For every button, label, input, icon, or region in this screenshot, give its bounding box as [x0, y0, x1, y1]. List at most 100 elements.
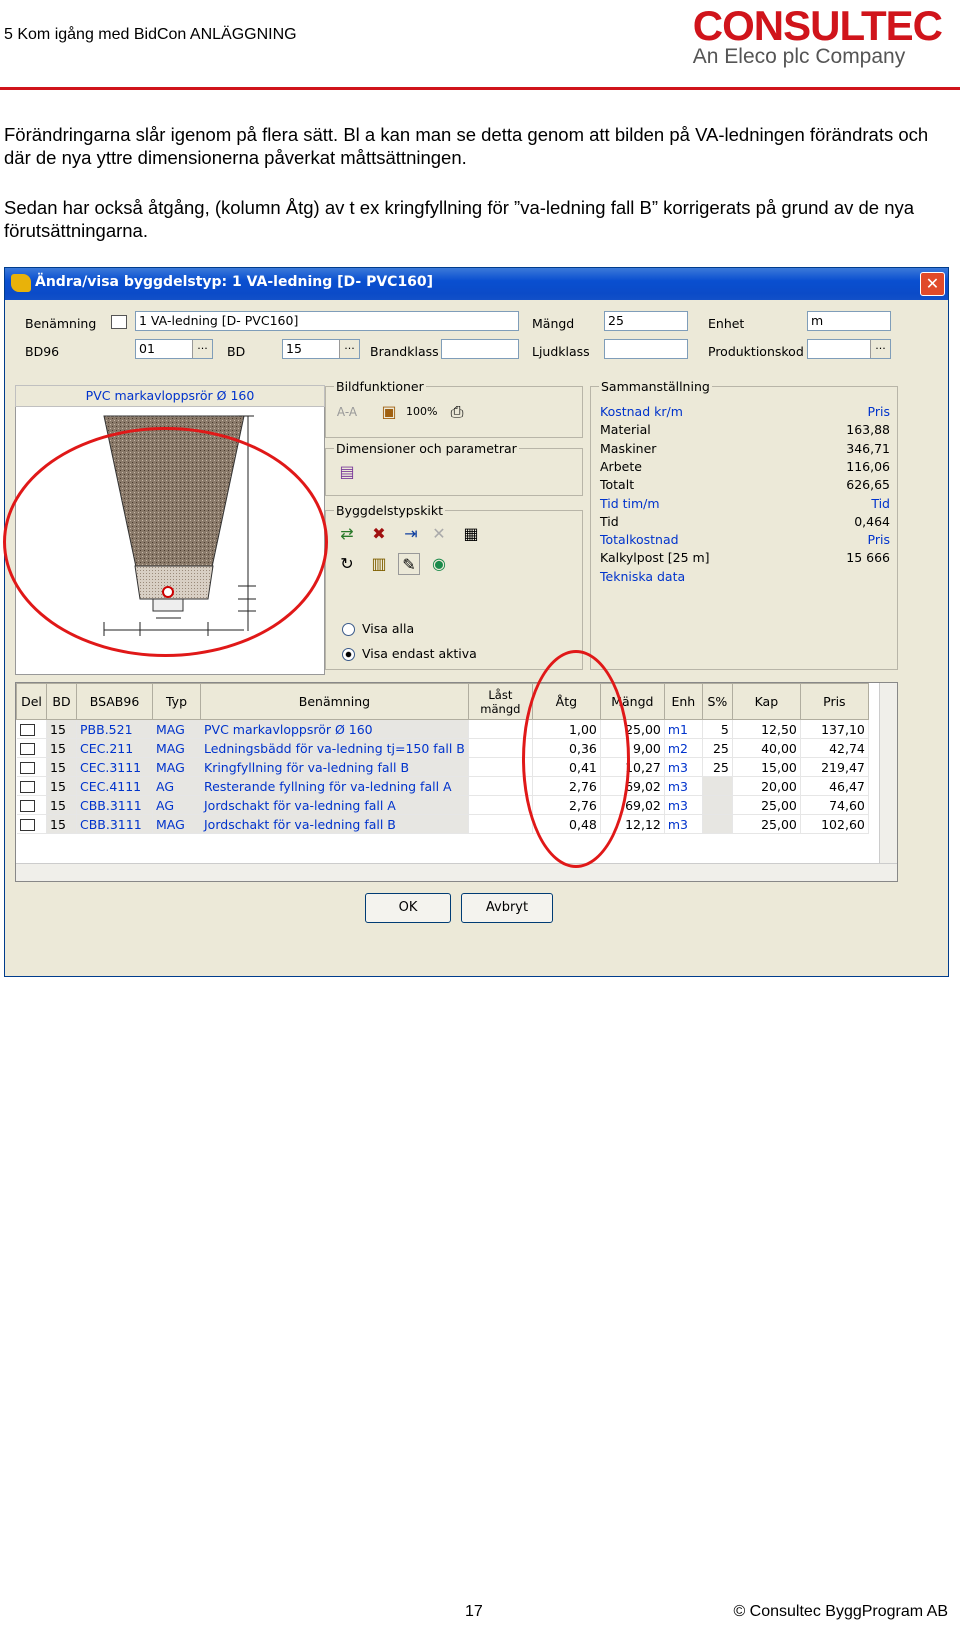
close-button[interactable]: ✕: [920, 272, 945, 296]
zoom-100-button[interactable]: 100%: [406, 401, 437, 423]
settings-icon[interactable]: ◉: [428, 553, 450, 575]
parameters-icon[interactable]: ▤: [336, 461, 358, 483]
folder-icon[interactable]: ▥: [368, 553, 390, 575]
summary-key: Kostnad kr/m: [600, 404, 683, 419]
bd96-browse-button[interactable]: ...: [192, 340, 212, 358]
calculator-icon[interactable]: ▦: [460, 523, 482, 545]
benamning-label: Benämning: [25, 316, 97, 331]
produktionskod-field[interactable]: ...: [807, 339, 891, 359]
table-row[interactable]: 15 CBB.3111 AG Jordschakt för va-ledning fa…: [16, 795, 869, 815]
vertical-scrollbar[interactable]: [879, 683, 897, 881]
cell-bsab96: CEC.3111: [76, 757, 153, 777]
refresh-icon[interactable]: ↻: [336, 553, 358, 575]
cell-kap: 25,00: [732, 795, 801, 815]
logo-brand: CONSULTEC: [692, 2, 943, 49]
brandklass-label: Brandklass: [370, 344, 439, 359]
col-bsab96[interactable]: BSAB96: [76, 683, 153, 720]
page-header: 5 Kom igång med BidCon ANLÄGGNING CONSUL…: [0, 0, 960, 90]
cell-kap: 20,00: [732, 776, 801, 796]
bd-value: 15: [286, 341, 302, 356]
cell-typ: MAG: [152, 719, 201, 739]
image-icon[interactable]: ▣: [378, 401, 400, 423]
cell-bd: 15: [46, 738, 77, 758]
bd-browse-button[interactable]: ...: [339, 340, 359, 358]
col-enh[interactable]: Enh: [663, 683, 703, 720]
cell-s-percent: 5: [702, 719, 733, 739]
ljudklass-field[interactable]: [604, 339, 688, 359]
cell-del[interactable]: [16, 757, 47, 777]
bd96-field[interactable]: 01 ...: [135, 339, 213, 359]
cell-typ: AG: [152, 776, 201, 796]
cell-del[interactable]: [16, 776, 47, 796]
row-note-icon[interactable]: [19, 762, 35, 774]
table-row[interactable]: 15 CEC.3111 MAG Kringfyllning för va-lednin…: [16, 757, 869, 777]
summary-key: Tid tim/m: [600, 495, 660, 511]
benamning-field[interactable]: 1 VA-ledning [D- PVC160]: [135, 311, 519, 331]
col-bd[interactable]: BD: [46, 683, 77, 720]
col-s-percent[interactable]: S%: [701, 683, 733, 720]
cell-del[interactable]: [16, 738, 47, 758]
mangd-label: Mängd: [532, 316, 575, 331]
cancel-button[interactable]: Avbryt: [461, 893, 553, 923]
move-layer-icon[interactable]: ⇥: [400, 523, 422, 545]
table-row[interactable]: 15 CBB.3111 MAG Jordschakt för va-ledning f…: [16, 814, 869, 834]
cell-bsab96: CEC.4111: [76, 776, 153, 796]
enhet-field[interactable]: m: [807, 311, 891, 331]
cell-s-percent: [702, 814, 733, 834]
chapter-title: 5 Kom igång med BidCon ANLÄGGNING: [4, 26, 297, 43]
cell-del[interactable]: [16, 795, 47, 815]
copyright: © Consultec ByggProgram AB: [733, 1603, 948, 1620]
visa-aktiva-label: Visa endast aktiva: [362, 646, 477, 661]
cell-del[interactable]: [16, 814, 47, 834]
cell-enh: m3: [664, 795, 703, 815]
remove-icon[interactable]: ✕: [428, 523, 450, 545]
table-row[interactable]: 15 PBB.521 MAG PVC markavloppsrör Ø 160 1,00…: [16, 719, 869, 739]
ok-button[interactable]: OK: [365, 893, 451, 923]
row-note-icon[interactable]: [19, 800, 35, 812]
col-last-mangd[interactable]: Låst mängd: [467, 683, 533, 720]
table-row[interactable]: 15 CEC.4111 AG Resterande fyllning för va-l…: [16, 776, 869, 796]
col-benamning[interactable]: Benämning: [200, 683, 469, 720]
bd-field[interactable]: 15 ...: [282, 339, 360, 359]
cell-del[interactable]: [16, 719, 47, 739]
app-icon: [11, 274, 31, 292]
add-layer-icon[interactable]: ⇄: [336, 523, 358, 545]
section-aa-icon[interactable]: A-A: [336, 401, 358, 423]
note-icon[interactable]: [111, 315, 127, 329]
summary-value: 116,06: [846, 458, 890, 474]
col-kap[interactable]: Kap: [731, 683, 801, 720]
produktionskod-browse-button[interactable]: ...: [870, 340, 890, 358]
cell-benamning: Resterande fyllning för va-ledning fall …: [200, 776, 469, 796]
summary-key: Arbete: [600, 458, 642, 474]
print-icon[interactable]: ⎙: [446, 401, 468, 423]
col-del[interactable]: Del: [16, 683, 47, 720]
edit-icon[interactable]: ✎: [398, 553, 420, 575]
visa-aktiva-radio[interactable]: [342, 648, 355, 661]
col-pris[interactable]: Pris: [799, 683, 869, 720]
table-row[interactable]: 15 CEC.211 MAG Ledningsbädd för va-ledning …: [16, 738, 869, 758]
summary-key: Material: [600, 422, 651, 438]
summary-key: Tid: [600, 513, 619, 529]
logo-tagline: An Eleco plc Company: [692, 45, 906, 68]
mangd-field[interactable]: 25: [604, 311, 688, 331]
row-note-icon[interactable]: [19, 781, 35, 793]
cell-enh: m3: [664, 757, 703, 777]
cell-kap: 25,00: [732, 814, 801, 834]
cell-benamning: Ledningsbädd för va-ledning tj=150 fall …: [200, 738, 469, 758]
row-note-icon[interactable]: [19, 743, 35, 755]
cell-benamning: PVC markavloppsrör Ø 160: [200, 719, 469, 739]
cell-pris: 219,47: [800, 757, 869, 777]
row-note-icon[interactable]: [19, 819, 35, 831]
row-note-icon[interactable]: [19, 724, 35, 736]
col-typ[interactable]: Typ: [152, 683, 201, 720]
visa-alla-radio[interactable]: [342, 623, 355, 636]
cell-benamning: Kringfyllning för va-ledning fall B: [200, 757, 469, 777]
delete-layer-icon[interactable]: ✖: [368, 523, 390, 545]
produktionskod-label: Produktionskod: [708, 344, 804, 359]
paragraph-1: Förändringarna slår igenom på flera sätt…: [4, 124, 929, 168]
page-number: 17: [465, 1603, 483, 1620]
brandklass-field[interactable]: [441, 339, 519, 359]
horizontal-scrollbar[interactable]: [16, 863, 897, 881]
summary-value: 0,464: [854, 513, 890, 529]
cell-s-percent: 25: [702, 757, 733, 777]
